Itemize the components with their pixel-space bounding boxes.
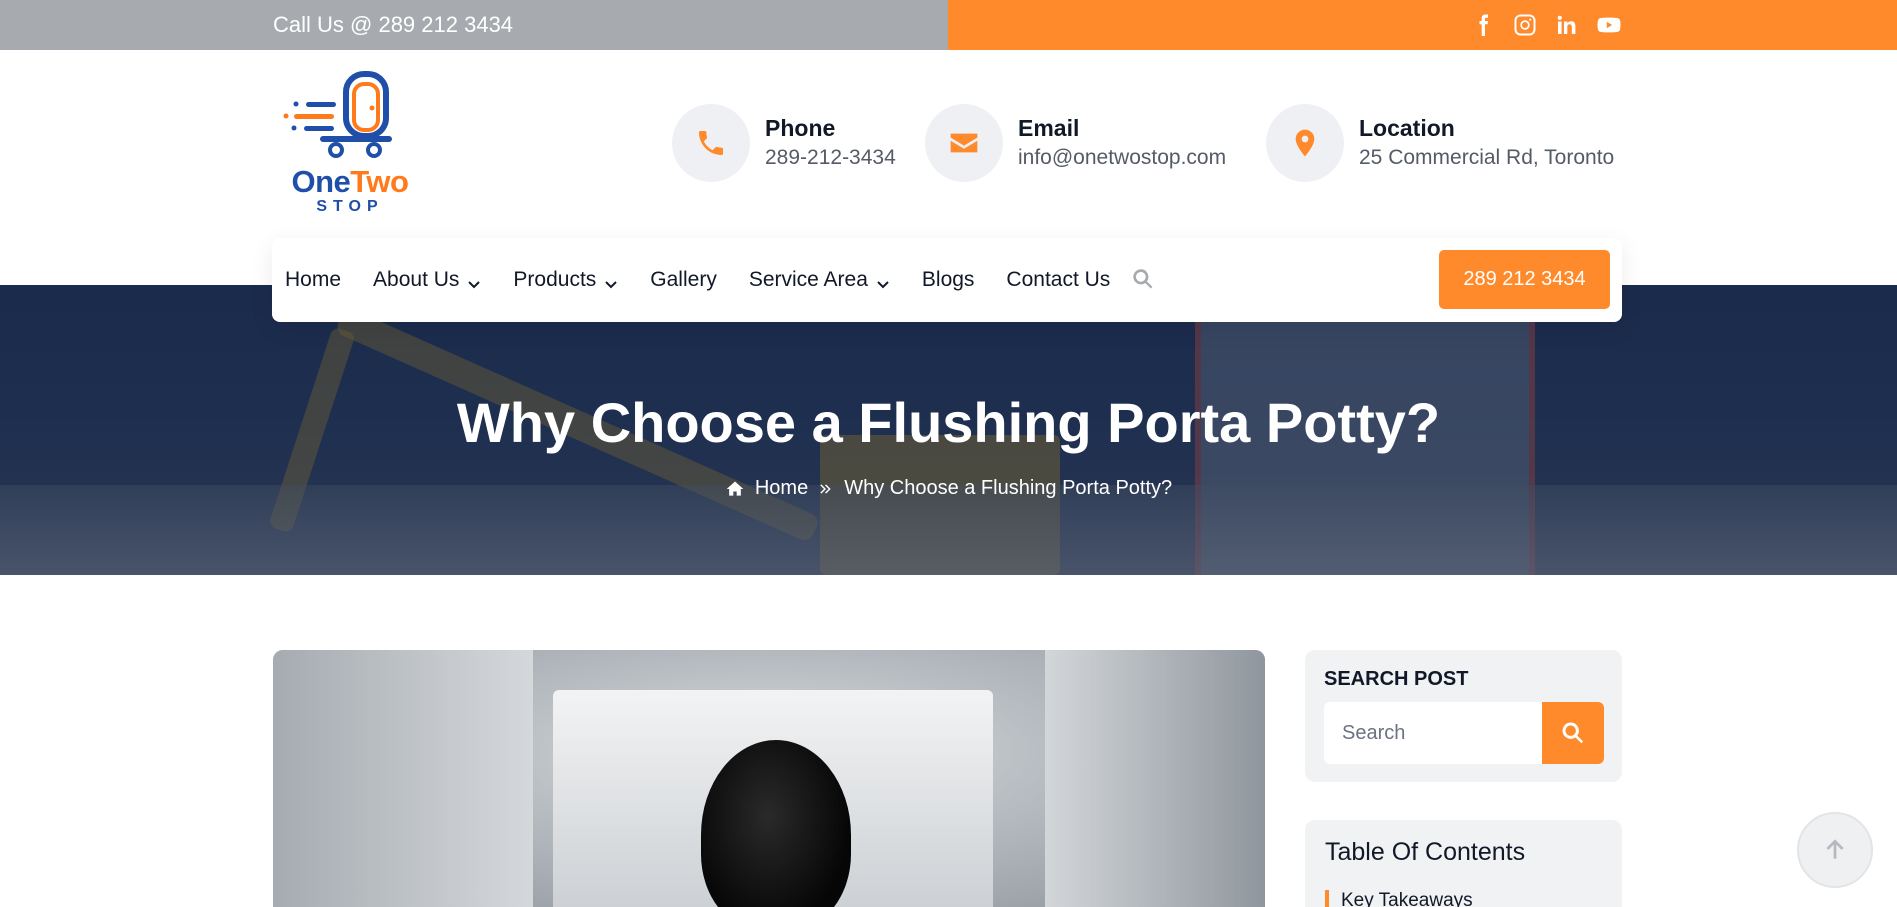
nav-service-area-label: Service Area bbox=[748, 268, 868, 291]
nav-gallery-label: Gallery bbox=[650, 268, 717, 291]
nav-gallery[interactable]: Gallery bbox=[650, 268, 717, 292]
logo-wordmark: OneTwo bbox=[280, 164, 420, 200]
linkedin-icon[interactable] bbox=[1553, 11, 1581, 39]
nav-blogs-label: Blogs bbox=[921, 268, 975, 291]
nav-home[interactable]: Home bbox=[285, 268, 341, 292]
nav-home-label: Home bbox=[285, 268, 342, 291]
search-submit-button[interactable] bbox=[1542, 702, 1604, 764]
nav-blogs[interactable]: Blogs bbox=[922, 268, 975, 292]
chevron-down-icon bbox=[467, 273, 481, 289]
breadcrumb-home[interactable]: Home bbox=[755, 477, 808, 500]
search-post-title: SEARCH POST bbox=[1324, 668, 1469, 690]
search-icon bbox=[1562, 722, 1584, 744]
porta-potty-logo-icon bbox=[283, 71, 392, 158]
breadcrumb-current: Why Choose a Flushing Porta Potty? bbox=[844, 477, 1173, 499]
breadcrumb: Home Why Choose a Flushing Porta Potty? bbox=[0, 477, 1897, 500]
email-value[interactable]: info@onetwostop.com bbox=[1018, 143, 1226, 173]
call-us-text[interactable]: Call Us @ 289 212 3434 bbox=[273, 12, 513, 38]
nav-service-area[interactable]: Service Area bbox=[749, 268, 890, 292]
article-featured-image bbox=[273, 650, 1265, 907]
phone-icon bbox=[672, 104, 750, 182]
location-value: 25 Commercial Rd, Toronto bbox=[1359, 146, 1615, 169]
facebook-icon[interactable] bbox=[1469, 11, 1497, 39]
envelope-icon bbox=[925, 104, 1003, 182]
double-chevron-right-icon bbox=[820, 483, 831, 494]
top-bar: Call Us @ 289 212 3434 bbox=[0, 0, 1897, 50]
logo-stop-text: STOP bbox=[316, 198, 384, 215]
toc-title: Table Of Contents bbox=[1325, 838, 1526, 866]
page-title: Why Choose a Flushing Porta Potty? bbox=[456, 391, 1441, 454]
nav-about-us[interactable]: About Us bbox=[373, 268, 481, 292]
main-navigation: Home About Us Products Gallery Service A… bbox=[272, 238, 1622, 322]
call-now-button[interactable]: 289 212 3434 bbox=[1439, 250, 1610, 309]
toc-item-key-takeaways[interactable]: Key Takeaways bbox=[1325, 890, 1473, 907]
back-to-top-button[interactable] bbox=[1797, 812, 1873, 888]
nav-about-us-label: About Us bbox=[373, 268, 460, 291]
contact-location: Location 25 Commercial Rd, Toronto bbox=[1266, 104, 1614, 182]
table-of-contents-widget: Table Of Contents Key Takeaways bbox=[1305, 820, 1622, 907]
search-input[interactable] bbox=[1324, 702, 1542, 764]
phone-label: Phone bbox=[765, 115, 836, 141]
nav-products[interactable]: Products bbox=[513, 268, 618, 292]
company-logo[interactable]: OneTwo STOP bbox=[280, 70, 420, 220]
social-bar bbox=[948, 0, 1897, 50]
instagram-icon[interactable] bbox=[1511, 11, 1539, 39]
search-post-widget: SEARCH POST bbox=[1305, 650, 1622, 782]
youtube-icon[interactable] bbox=[1595, 11, 1623, 39]
chevron-down-icon bbox=[604, 273, 618, 289]
logo-two-text: Two bbox=[350, 164, 409, 199]
logo-one-text: One bbox=[291, 164, 351, 199]
contact-email: Email info@onetwostop.com bbox=[925, 104, 1226, 182]
nav-contact-us[interactable]: Contact Us bbox=[1006, 268, 1110, 292]
nav-products-label: Products bbox=[513, 268, 597, 291]
phone-value[interactable]: 289-212-3434 bbox=[765, 143, 896, 173]
search-icon[interactable] bbox=[1130, 266, 1158, 294]
page-hero-banner: Why Choose a Flushing Porta Potty? Home … bbox=[0, 285, 1897, 575]
arrow-up-icon bbox=[1826, 839, 1844, 859]
home-icon bbox=[726, 481, 744, 496]
email-label: Email bbox=[1018, 115, 1080, 141]
call-us-bar: Call Us @ 289 212 3434 bbox=[0, 0, 948, 50]
location-pin-icon bbox=[1266, 104, 1344, 182]
chevron-down-icon bbox=[876, 273, 890, 289]
nav-contact-us-label: Contact Us bbox=[1006, 268, 1111, 291]
location-label: Location bbox=[1359, 115, 1455, 141]
contact-phone: Phone 289-212-3434 bbox=[672, 104, 896, 182]
